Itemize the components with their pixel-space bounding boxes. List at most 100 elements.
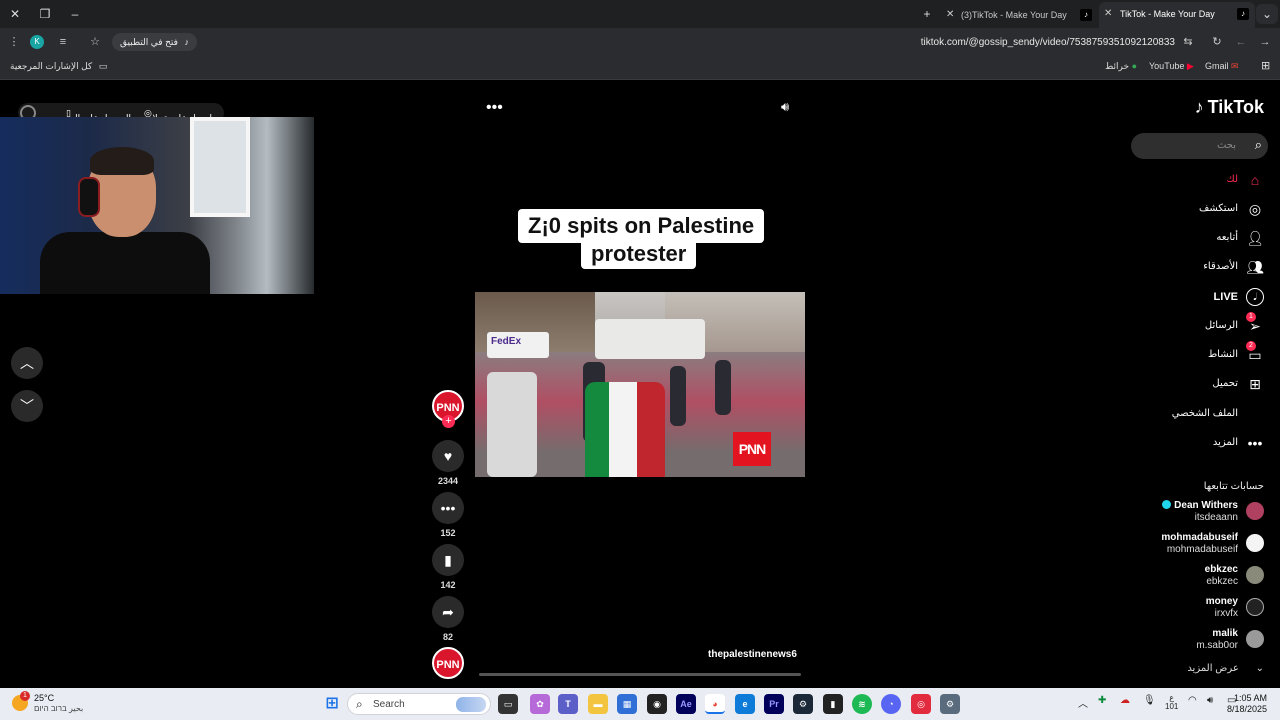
webcam-window-background xyxy=(190,117,250,217)
account-username: m.sab0or xyxy=(1196,640,1238,651)
tray-wifi-icon[interactable]: ◠ xyxy=(1188,695,1197,706)
next-video-chevron-down-icon[interactable]: ﹀ xyxy=(11,390,43,422)
sidebar-item-live[interactable]: LIVE 𝅘𝅥 xyxy=(1124,286,1264,310)
like-heart-icon[interactable]: ♥ xyxy=(432,440,464,472)
steam-icon[interactable]: ⚙ xyxy=(793,694,813,714)
tray-network-icon[interactable]: ☁ xyxy=(1120,695,1130,706)
see-more-label: عرض المزيد xyxy=(1187,663,1239,674)
settings-gear-icon[interactable]: ⚙ xyxy=(940,694,960,714)
windows-start-icon[interactable]: ⊞ xyxy=(322,694,342,714)
new-tab-icon[interactable]: + xyxy=(916,4,938,24)
windows-taskbar: 1 25°C بحير ברוב היום ⊞ ⌕ Search ▭ ✿ T ▬… xyxy=(0,688,1280,720)
bookmark-maps[interactable]: خرائط ● xyxy=(1105,61,1137,72)
webcam-overlay xyxy=(0,117,314,294)
reload-icon[interactable]: ↻ xyxy=(1208,33,1226,51)
taskbar-search[interactable]: ⌕ Search xyxy=(347,693,491,715)
apps-grid-icon[interactable]: ⊞ xyxy=(1261,59,1270,72)
copilot-icon[interactable]: ✿ xyxy=(530,694,550,714)
tiktok-favicon-icon: ♪ xyxy=(1237,8,1249,20)
edge-icon[interactable]: e xyxy=(735,694,755,714)
terminal-icon[interactable]: ▮ xyxy=(823,694,843,714)
store-icon[interactable]: ▦ xyxy=(617,694,637,714)
sidebar-item-upload[interactable]: تحميل ⊞ xyxy=(1124,373,1264,397)
tab-close-icon[interactable]: ✕ xyxy=(946,4,954,26)
tray-language[interactable]: ع 101 xyxy=(1165,693,1178,711)
followed-account[interactable]: malik m.sab0or xyxy=(1124,628,1264,656)
video-player[interactable]: FedEx PNN xyxy=(475,292,805,477)
sidebar-item-label: الرسائل xyxy=(1204,320,1238,331)
file-explorer-icon[interactable]: ▬ xyxy=(588,694,608,714)
sidebar-item-following[interactable]: أتابعه 👤︎ xyxy=(1124,227,1264,251)
sidebar-item-explore[interactable]: استكشف ◎ xyxy=(1124,198,1264,222)
sidebar-item-messages[interactable]: الرسائل ➢ 1 xyxy=(1124,312,1264,339)
chrome-icon[interactable]: ◕ xyxy=(705,694,725,714)
sidebar-item-more[interactable]: المزيد ••• xyxy=(1124,432,1264,456)
followed-account[interactable]: mohmadabuseif mohmadabuseif xyxy=(1124,532,1264,560)
sidebar-item-activity[interactable]: النشاط ▭ 2 xyxy=(1124,341,1264,368)
avatar xyxy=(1246,502,1264,520)
address-bar-url[interactable]: tiktok.com/@gossip_sendy/video/753875935… xyxy=(921,37,1175,48)
account-name: malik xyxy=(1212,628,1238,639)
follow-plus-icon[interactable]: + xyxy=(442,415,455,428)
reading-list-icon[interactable]: ≡ xyxy=(54,33,72,51)
sidebar-item-label: لك xyxy=(1226,174,1238,185)
teams-icon[interactable]: T xyxy=(558,694,578,714)
tray-mic-icon[interactable]: 🎙︎ xyxy=(1143,695,1156,706)
save-count: 142 xyxy=(440,580,456,590)
minimize-window-icon[interactable]: – xyxy=(64,4,86,24)
tab-search-chevron-icon[interactable]: ⌄ xyxy=(1256,4,1278,24)
avatar xyxy=(1246,598,1264,616)
close-window-icon[interactable]: ✕ xyxy=(4,4,26,24)
bookmark-gmail[interactable]: Gmail ✉ xyxy=(1205,61,1239,72)
menu-dots-icon[interactable]: ⋮ xyxy=(5,33,23,51)
all-bookmarks[interactable]: كل الإشارات المرجعية ▭ xyxy=(10,61,107,72)
premiere-pro-icon[interactable]: Pr xyxy=(764,694,784,714)
bookmark-star-icon[interactable]: ☆ xyxy=(86,33,104,51)
bookmark-save-icon[interactable]: ▮ xyxy=(432,544,464,576)
followed-account[interactable]: Dean Withers itsdeaann xyxy=(1124,500,1264,528)
followed-account[interactable]: money irxvfx xyxy=(1124,596,1264,624)
live-icon: 𝅘𝅥 xyxy=(1246,288,1264,306)
following-accounts-title: حسابات تتابعها xyxy=(1203,481,1264,492)
music-disc-avatar[interactable]: PNN xyxy=(432,647,464,679)
recording-app-icon[interactable]: ◎ xyxy=(911,694,931,714)
browser-tab-2-active[interactable]: ✕ TikTok - Make Your Day ♪ xyxy=(1099,2,1255,28)
comment-icon[interactable]: ••• xyxy=(432,492,464,524)
discord-icon[interactable]: ◔ xyxy=(881,694,901,714)
tray-app-icon[interactable]: ✚ xyxy=(1098,695,1106,706)
restore-window-icon[interactable]: ❐ xyxy=(34,4,56,24)
site-settings-icon[interactable]: ⇆ xyxy=(1179,33,1197,51)
video-scene-person xyxy=(487,372,537,477)
tray-chevron-up-icon[interactable]: ︿ xyxy=(1078,695,1088,710)
video-more-options-icon[interactable]: ••• xyxy=(486,99,503,117)
comment-count: 152 xyxy=(440,528,456,538)
followed-account[interactable]: ebkzec ebkzec xyxy=(1124,564,1264,592)
video-author-handle[interactable]: thepalestinenews6 xyxy=(708,649,797,660)
sidebar-item-for-you[interactable]: لك ⌂ xyxy=(1124,169,1264,193)
back-icon[interactable]: → xyxy=(1256,33,1274,51)
sidebar-item-profile[interactable]: الملف الشخصي xyxy=(1124,403,1264,427)
profile-icon xyxy=(1246,405,1264,423)
open-in-app-chip[interactable]: فتح في التطبيق ♪ xyxy=(112,33,197,51)
previous-video-chevron-up-icon[interactable]: ︿ xyxy=(11,347,43,379)
browser-tab-1[interactable]: ✕ (3)TikTok - Make Your Day ♪ xyxy=(940,4,1098,26)
taskbar-clock[interactable]: 1:05 AM 8/18/2025 xyxy=(1227,693,1267,715)
tiktok-logo[interactable]: ♪ TikTok xyxy=(1195,97,1264,118)
tab-close-icon[interactable]: ✕ xyxy=(1104,2,1112,26)
forward-icon[interactable]: ← xyxy=(1232,33,1250,51)
see-more-link[interactable]: عرض المزيد ⌄ xyxy=(1187,663,1264,674)
after-effects-icon[interactable]: Ae xyxy=(676,694,696,714)
volume-icon[interactable]: 🔊︎ xyxy=(781,99,789,115)
profile-avatar[interactable]: K xyxy=(30,35,44,49)
task-view-icon[interactable]: ▭ xyxy=(498,694,518,714)
share-arrow-icon[interactable]: ➦ xyxy=(432,596,464,628)
search-highlight-image xyxy=(456,697,486,712)
tray-volume-icon[interactable]: 🔊︎ xyxy=(1207,695,1213,706)
bookmark-youtube[interactable]: YouTube ▶ xyxy=(1149,61,1194,72)
sidebar-item-friends[interactable]: الأصدقاء 👥︎ xyxy=(1124,256,1264,280)
spotify-icon[interactable]: ≋ xyxy=(852,694,872,714)
video-progress-bar[interactable] xyxy=(479,673,801,676)
github-icon[interactable]: ◉ xyxy=(647,694,667,714)
search-input[interactable]: بحث ⌕ xyxy=(1131,133,1268,159)
search-icon[interactable]: ⌕ xyxy=(1255,137,1262,153)
